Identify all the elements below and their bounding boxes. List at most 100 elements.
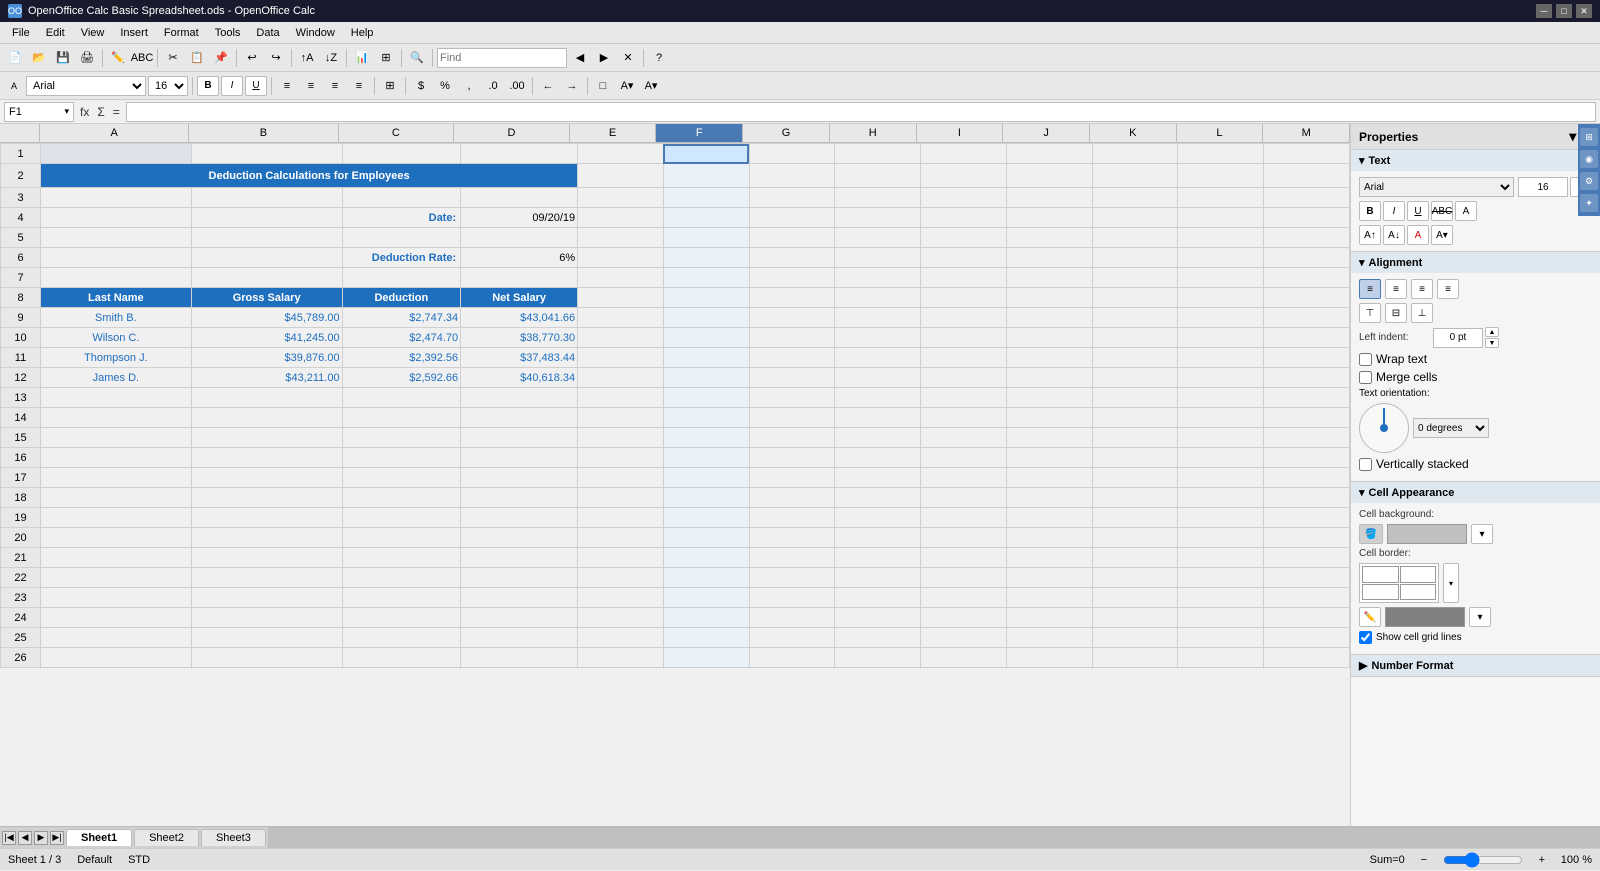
cell-h6[interactable] [835, 248, 921, 268]
open-button[interactable]: 📂 [28, 47, 50, 69]
increase-decimal-button[interactable]: .0 [482, 75, 504, 97]
cell-l11[interactable] [1178, 348, 1264, 368]
cell-l19[interactable] [1178, 508, 1264, 528]
cell-f22[interactable] [663, 568, 749, 588]
cell-h19[interactable] [835, 508, 921, 528]
cell-l16[interactable] [1178, 448, 1264, 468]
cell-e10[interactable] [578, 328, 664, 348]
prop-orientation-dial[interactable] [1359, 403, 1409, 453]
cell-d8-header[interactable]: Net Salary [461, 288, 578, 308]
cell-e2[interactable] [578, 164, 664, 188]
cell-a18[interactable] [41, 488, 192, 508]
cell-f16[interactable] [663, 448, 749, 468]
sheet-tab-2[interactable]: Sheet2 [134, 829, 199, 846]
cell-m2[interactable] [1264, 164, 1350, 188]
print-button[interactable]: 🖨 [76, 47, 98, 69]
cell-d7[interactable] [461, 268, 578, 288]
cell-b26[interactable] [191, 648, 342, 668]
prop-justify-button[interactable]: ≡ [1437, 279, 1459, 299]
cell-m20[interactable] [1264, 528, 1350, 548]
prop-strikethrough-button[interactable]: ABC [1431, 201, 1453, 221]
menu-format[interactable]: Format [156, 25, 207, 41]
cell-i1[interactable] [921, 144, 1007, 164]
cell-e5[interactable] [578, 228, 664, 248]
chart-button[interactable]: 📊 [351, 47, 373, 69]
cell-f11[interactable] [663, 348, 749, 368]
prop-merge-cells-checkbox[interactable] [1359, 371, 1372, 384]
cell-j14[interactable] [1006, 408, 1092, 428]
cell-k26[interactable] [1092, 648, 1178, 668]
cell-m15[interactable] [1264, 428, 1350, 448]
properties-collapse-icon[interactable]: ▾ [1569, 128, 1576, 145]
cell-g5[interactable] [749, 228, 835, 248]
prop-italic-button[interactable]: I [1383, 201, 1405, 221]
cell-f2[interactable] [663, 164, 749, 188]
cell-k11[interactable] [1092, 348, 1178, 368]
cell-c20[interactable] [342, 528, 461, 548]
col-header-f[interactable]: F [656, 124, 743, 142]
cell-k19[interactable] [1092, 508, 1178, 528]
prop-font-select[interactable]: Arial [1359, 177, 1514, 197]
cell-c26[interactable] [342, 648, 461, 668]
cell-l22[interactable] [1178, 568, 1264, 588]
col-header-a[interactable]: A [40, 124, 189, 142]
cell-k8[interactable] [1092, 288, 1178, 308]
cell-c24[interactable] [342, 608, 461, 628]
cell-m11[interactable] [1264, 348, 1350, 368]
menu-edit[interactable]: Edit [38, 25, 73, 41]
sheet-nav-prev[interactable]: ◀ [18, 831, 32, 845]
cell-ref-dropdown[interactable]: ▾ [64, 106, 69, 117]
cell-a20[interactable] [41, 528, 192, 548]
cell-e19[interactable] [578, 508, 664, 528]
row-num-3[interactable]: 3 [1, 188, 41, 208]
cell-b9[interactable]: $45,789.00 [191, 308, 342, 328]
cell-i6[interactable] [921, 248, 1007, 268]
cell-f24[interactable] [663, 608, 749, 628]
cell-j12[interactable] [1006, 368, 1092, 388]
zoom-slider[interactable] [1443, 852, 1523, 868]
cell-a21[interactable] [41, 548, 192, 568]
percent-button[interactable]: % [434, 75, 456, 97]
cell-a23[interactable] [41, 588, 192, 608]
cell-d22[interactable] [461, 568, 578, 588]
cell-b5[interactable] [191, 228, 342, 248]
cell-d18[interactable] [461, 488, 578, 508]
cell-d17[interactable] [461, 468, 578, 488]
cell-i22[interactable] [921, 568, 1007, 588]
maximize-button[interactable]: □ [1556, 4, 1572, 18]
cell-m26[interactable] [1264, 648, 1350, 668]
cell-i4[interactable] [921, 208, 1007, 228]
cell-d23[interactable] [461, 588, 578, 608]
row-num-5[interactable]: 5 [1, 228, 41, 248]
cell-m4[interactable] [1264, 208, 1350, 228]
cell-a8-header[interactable]: Last Name [41, 288, 192, 308]
side-icon-3[interactable]: ⚙ [1580, 172, 1598, 190]
cell-b24[interactable] [191, 608, 342, 628]
cell-l13[interactable] [1178, 388, 1264, 408]
prop-left-indent-input[interactable] [1433, 328, 1483, 348]
cell-b14[interactable] [191, 408, 342, 428]
cell-l10[interactable] [1178, 328, 1264, 348]
cell-f4[interactable] [663, 208, 749, 228]
cell-k12[interactable] [1092, 368, 1178, 388]
cell-h11[interactable] [835, 348, 921, 368]
cell-g10[interactable] [749, 328, 835, 348]
cell-g9[interactable] [749, 308, 835, 328]
cell-c11[interactable]: $2,392.56 [342, 348, 461, 368]
cell-k24[interactable] [1092, 608, 1178, 628]
cell-h23[interactable] [835, 588, 921, 608]
cell-j5[interactable] [1006, 228, 1092, 248]
cell-e6[interactable] [578, 248, 664, 268]
cell-g23[interactable] [749, 588, 835, 608]
align-center-button[interactable]: ≡ [300, 75, 322, 97]
font-size-select[interactable]: 16 810121418 [148, 76, 188, 96]
cell-b12[interactable]: $43,211.00 [191, 368, 342, 388]
cell-j3[interactable] [1006, 188, 1092, 208]
cell-i13[interactable] [921, 388, 1007, 408]
prop-align-left-button[interactable]: ≡ [1359, 279, 1381, 299]
cell-l23[interactable] [1178, 588, 1264, 608]
number-format-header[interactable]: ▶ Number Format [1351, 655, 1600, 676]
cell-m10[interactable] [1264, 328, 1350, 348]
cell-j25[interactable] [1006, 628, 1092, 648]
prop-border-color-dropdown[interactable]: ▾ [1469, 607, 1491, 627]
